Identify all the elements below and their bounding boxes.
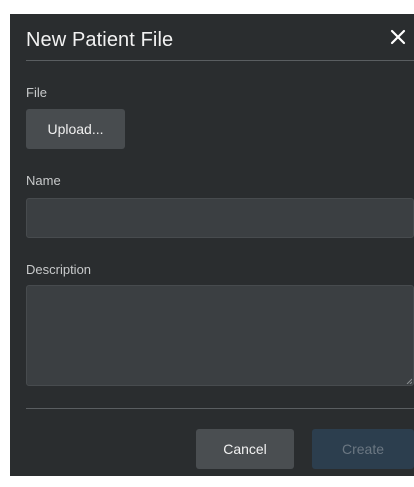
- dialog-title: New Patient File: [26, 29, 174, 51]
- name-label: Name: [26, 173, 61, 188]
- upload-button[interactable]: Upload...: [26, 109, 125, 149]
- footer-divider: [26, 408, 414, 409]
- new-patient-file-dialog: New Patient File File Upload... Name Des…: [10, 14, 414, 476]
- description-label: Description: [26, 262, 92, 277]
- file-label: File: [26, 85, 47, 100]
- cancel-button[interactable]: Cancel: [196, 429, 294, 469]
- name-field[interactable]: [26, 198, 414, 238]
- resize-grip-icon[interactable]: [406, 378, 412, 384]
- close-icon[interactable]: [386, 25, 410, 49]
- dialog-header: New Patient File: [10, 14, 414, 62]
- create-button[interactable]: Create: [312, 429, 414, 469]
- description-field[interactable]: [26, 285, 414, 386]
- header-divider: [26, 60, 414, 61]
